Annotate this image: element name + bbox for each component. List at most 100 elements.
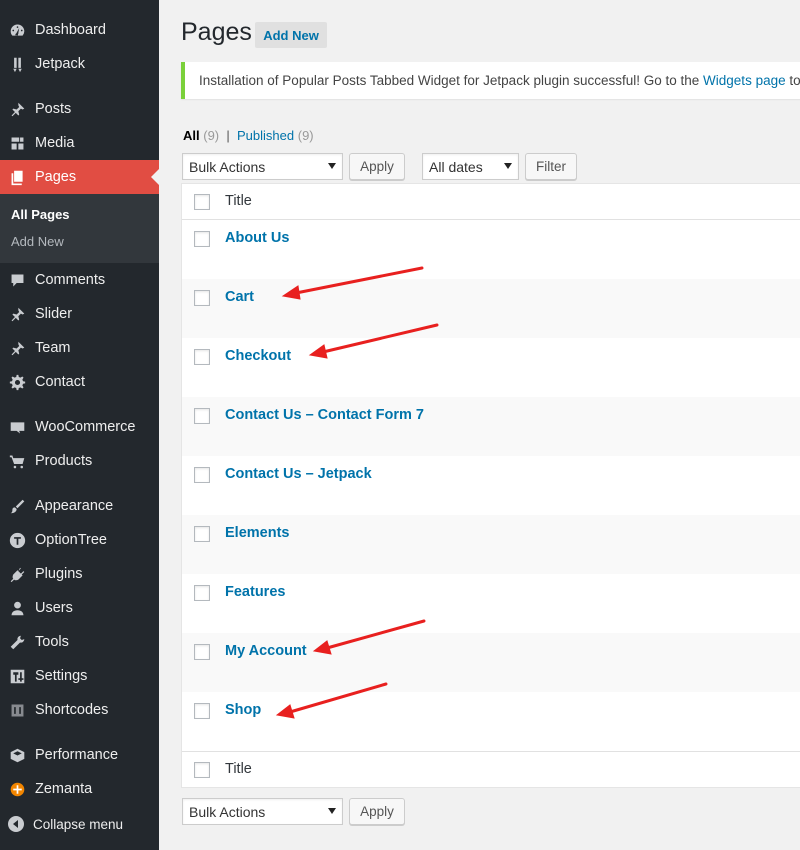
menu-label: Zemanta [35, 781, 93, 797]
jetpack-icon [7, 54, 27, 74]
page-title-link[interactable]: Features [225, 584, 285, 600]
dates-select[interactable]: All dates [422, 153, 519, 180]
row-checkbox[interactable] [194, 585, 210, 601]
menu-label: Media [35, 135, 75, 151]
row-checkbox[interactable] [194, 290, 210, 306]
filter-separator: | [226, 128, 230, 143]
collapse-menu-button[interactable]: Collapse menu [0, 812, 123, 836]
menu-label: Comments [35, 272, 106, 288]
menu-dashboard[interactable]: Dashboard [0, 13, 159, 47]
menu-label: Pages [35, 169, 77, 185]
menu-tools[interactable]: Tools [0, 625, 159, 659]
menu-label: Products [35, 453, 93, 469]
page-title-link[interactable]: About Us [225, 230, 289, 246]
filter-all[interactable]: All [183, 128, 200, 143]
apply-button-top[interactable]: Apply [349, 153, 405, 180]
menu-zemanta[interactable]: Zemanta [0, 772, 159, 806]
performance-icon [7, 745, 27, 765]
filter-button[interactable]: Filter [525, 153, 577, 180]
menu-label: Jetpack [35, 56, 85, 72]
menu-label: Settings [35, 668, 88, 684]
menu-plugins[interactable]: Plugins [0, 557, 159, 591]
filter-published-count: (9) [297, 128, 314, 143]
table-row: Cart [182, 279, 800, 338]
menu-users[interactable]: Users [0, 591, 159, 625]
row-checkbox[interactable] [194, 231, 210, 247]
page-title-link[interactable]: Checkout [225, 348, 291, 364]
comments-icon [7, 270, 27, 290]
page-title-link[interactable]: Cart [225, 289, 254, 305]
menu-jetpack[interactable]: Jetpack [0, 47, 159, 81]
column-title-footer[interactable]: Title [225, 761, 252, 777]
page-title-link[interactable]: Contact Us – Jetpack [225, 466, 372, 482]
bulk-actions-select-bottom[interactable]: Bulk Actions [182, 798, 343, 825]
page-title-link[interactable]: Contact Us – Contact Form 7 [225, 407, 424, 423]
table-row: Contact Us – Contact Form 7 [182, 397, 800, 456]
menu-settings[interactable]: Settings [0, 659, 159, 693]
page-title-link[interactable]: Shop [225, 702, 261, 718]
row-checkbox[interactable] [194, 467, 210, 483]
row-checkbox[interactable] [194, 408, 210, 424]
page-title-link[interactable]: My Account [225, 643, 307, 659]
dropdown-arrow-icon [328, 163, 336, 169]
select-all-checkbox[interactable] [194, 194, 210, 210]
filter-published[interactable]: Published [237, 128, 294, 143]
page-title: Pages [181, 18, 252, 46]
menu-pages[interactable]: Pages [0, 160, 159, 194]
cart-icon [7, 451, 27, 471]
menu-media[interactable]: Media [0, 126, 159, 160]
select-all-checkbox-footer[interactable] [194, 762, 210, 778]
submenu-add-new[interactable]: Add New [11, 234, 64, 249]
bulk-actions-value: Bulk Actions [189, 803, 266, 820]
table-row: Elements [182, 515, 800, 574]
widgets-page-link[interactable]: Widgets page [703, 73, 786, 88]
table-footer: Title [182, 751, 800, 787]
menu-label: Users [35, 600, 73, 616]
pages-submenu: All Pages Add New [0, 194, 159, 263]
bulk-actions-value: Bulk Actions [189, 158, 266, 175]
menu-label: Team [35, 340, 71, 356]
menu-woocommerce[interactable]: WooCommerce [0, 410, 159, 444]
menu-appearance[interactable]: Appearance [0, 489, 159, 523]
menu-label: Contact [35, 374, 85, 390]
menu-products[interactable]: Products [0, 444, 159, 478]
row-checkbox[interactable] [194, 526, 210, 542]
bulk-actions-select-top[interactable]: Bulk Actions [182, 153, 343, 180]
shortcodes-icon [7, 700, 27, 720]
notice-text: Installation of Popular Posts Tabbed Wid… [199, 73, 704, 88]
dashboard-icon [7, 20, 27, 40]
table-row: Features [182, 574, 800, 633]
zemanta-icon [7, 779, 27, 799]
menu-label: Posts [35, 101, 72, 117]
pin-icon [7, 99, 27, 119]
settings-icon [7, 666, 27, 686]
row-checkbox[interactable] [194, 349, 210, 365]
column-title-header[interactable]: Title [225, 193, 252, 209]
apply-button-bottom[interactable]: Apply [349, 798, 405, 825]
add-new-button[interactable]: Add New [255, 22, 327, 48]
row-checkbox[interactable] [194, 644, 210, 660]
menu-label: Dashboard [35, 22, 106, 38]
submenu-all-pages[interactable]: All Pages [11, 207, 70, 222]
menu-comments[interactable]: Comments [0, 263, 159, 297]
menu-label: Tools [35, 634, 69, 650]
menu-label: Plugins [35, 566, 83, 582]
success-notice: Installation of Popular Posts Tabbed Wid… [181, 62, 800, 99]
menu-team[interactable]: Team [0, 331, 159, 365]
menu-optiontree[interactable]: OptionTree [0, 523, 159, 557]
page-title-link[interactable]: Elements [225, 525, 289, 541]
menu-shortcodes[interactable]: Shortcodes [0, 693, 159, 727]
wrench-icon [7, 632, 27, 652]
table-header: Title [182, 184, 800, 220]
gear-icon [7, 372, 27, 392]
menu-posts[interactable]: Posts [0, 92, 159, 126]
status-filters: All (9) | Published (9) [183, 128, 314, 143]
table-row: About Us [182, 220, 800, 279]
menu-contact[interactable]: Contact [0, 365, 159, 399]
collapse-label: Collapse menu [33, 816, 124, 832]
pages-icon [7, 167, 27, 187]
menu-label: Slider [35, 306, 73, 322]
menu-slider[interactable]: Slider [0, 297, 159, 331]
menu-performance[interactable]: Performance [0, 738, 159, 772]
row-checkbox[interactable] [194, 703, 210, 719]
